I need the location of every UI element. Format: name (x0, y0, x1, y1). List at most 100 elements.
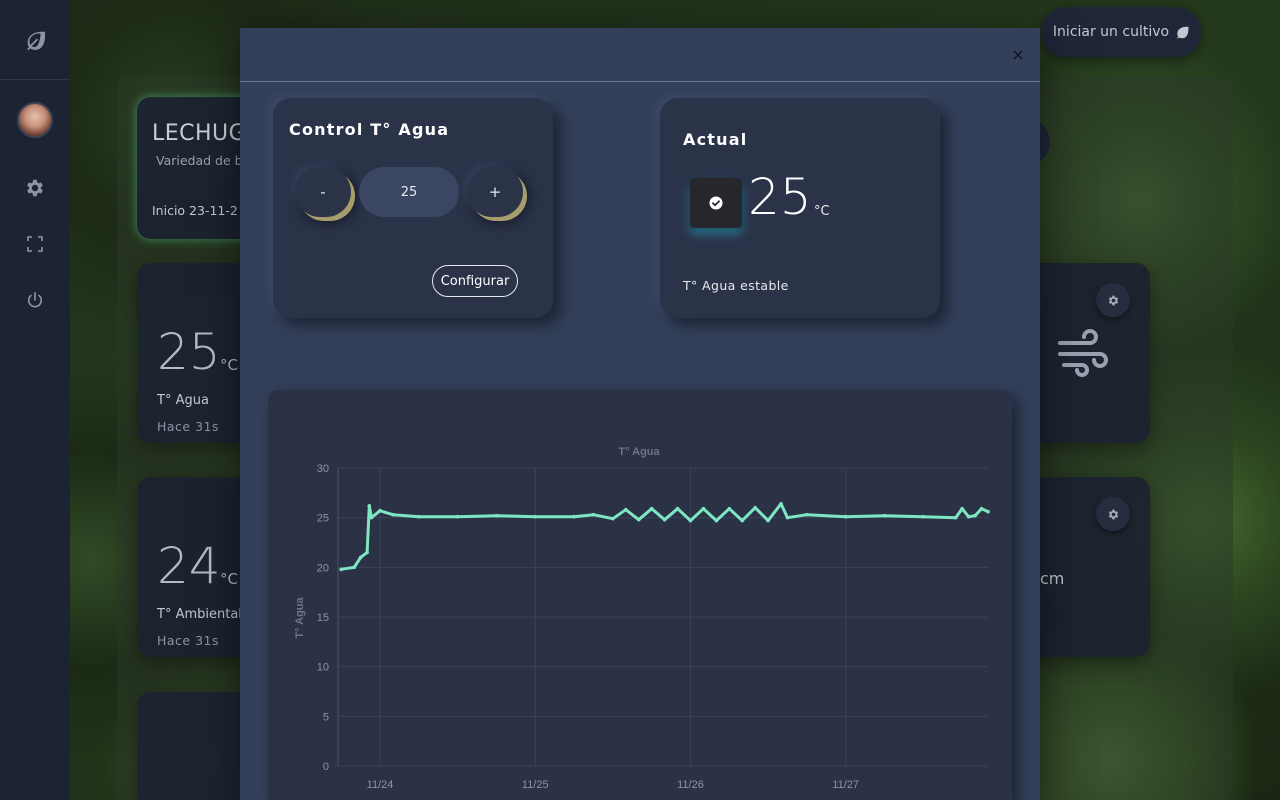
fullscreen-nav-button[interactable] (0, 216, 70, 272)
data-point (986, 509, 990, 514)
data-point (979, 506, 984, 511)
y-axis-label: T° Agua (294, 596, 306, 638)
chart-title: T° Agua (618, 446, 660, 458)
series-line (340, 502, 989, 571)
data-point (785, 515, 790, 520)
power-icon (27, 291, 43, 308)
data-point (455, 514, 460, 519)
y-tick-label: 0 (323, 761, 329, 773)
data-point (688, 518, 693, 523)
metric-value: 24 (157, 537, 221, 595)
actual-panel: Actual 25 °C T° Agua estable (660, 98, 940, 318)
data-point (779, 501, 783, 506)
configure-button[interactable]: Configurar (432, 265, 518, 297)
modal-header: × (240, 28, 1040, 82)
y-tick-label: 5 (323, 711, 329, 723)
gear-icon (1108, 295, 1118, 305)
metric-unit: °C (220, 356, 238, 374)
card-settings-button[interactable] (1096, 497, 1130, 531)
data-point (611, 516, 615, 521)
y-tick-label: 10 (317, 662, 329, 674)
data-point (740, 518, 745, 523)
x-tick-label: 11/27 (832, 779, 859, 791)
y-tick-label: 25 (317, 513, 329, 525)
data-point (339, 567, 344, 572)
check-circle-icon (709, 196, 723, 210)
data-point (417, 514, 421, 519)
y-tick-label: 20 (317, 562, 329, 574)
water-temp-modal: × Control T° Agua - 25 + Configurar Actu… (240, 28, 1040, 800)
control-panel: Control T° Agua - 25 + Configurar (273, 98, 553, 318)
metric-updated: Hace 31s (157, 419, 220, 434)
start-crop-label: Iniciar un cultivo (1052, 24, 1170, 40)
data-point (714, 518, 719, 523)
data-point (662, 517, 667, 522)
gear-icon (27, 179, 43, 197)
profile-avatar-button[interactable] (0, 80, 70, 160)
data-point (805, 512, 809, 517)
metric-label: T° Agua (157, 393, 209, 408)
data-point (636, 517, 641, 522)
data-point (675, 506, 680, 511)
logout-nav-button[interactable] (0, 272, 70, 328)
start-crop-button[interactable]: Iniciar un cultivo (1041, 7, 1201, 57)
data-point (624, 507, 628, 512)
leaf-icon (27, 31, 46, 50)
data-point (378, 508, 382, 513)
data-point (882, 513, 887, 518)
crop-start-date: Inicio 23-11-2 (152, 203, 238, 218)
data-point (591, 512, 596, 517)
metric-updated: Hace 31s (157, 633, 220, 648)
data-point (391, 512, 395, 517)
fullscreen-icon (27, 236, 43, 252)
crop-name: LECHUG (152, 121, 247, 146)
gear-icon (1108, 509, 1118, 519)
metric-value: 25 (157, 323, 221, 381)
data-point (494, 513, 499, 518)
data-point (649, 506, 654, 511)
card-settings-button[interactable] (1096, 283, 1130, 317)
close-icon[interactable]: × (1010, 47, 1026, 63)
status-indicator (690, 178, 742, 228)
data-point (973, 513, 977, 518)
actual-unit: °C (814, 204, 830, 219)
decrease-button[interactable]: - (295, 167, 351, 217)
increase-button[interactable]: + (467, 167, 523, 217)
data-point (953, 515, 958, 520)
data-point (960, 506, 964, 511)
setpoint-value[interactable]: 25 (359, 167, 459, 217)
chart-card: 0 5 10 15 20 25 30 11/24 11/25 11/26 11/27 T° Agua… (268, 390, 1012, 800)
wind-icon (1058, 329, 1108, 377)
data-point (367, 503, 372, 508)
x-tick-label: 11/25 (522, 779, 549, 791)
data-point (727, 506, 732, 511)
control-title: Control T° Agua (289, 120, 450, 139)
settings-nav-button[interactable] (0, 160, 70, 216)
actual-value: 25 (748, 168, 812, 226)
data-point (369, 515, 374, 520)
data-point (766, 518, 770, 523)
data-point (358, 555, 363, 560)
leaf-icon (1177, 26, 1189, 39)
data-point (365, 550, 369, 555)
data-point (701, 506, 706, 511)
metric-label: T° Ambiental (157, 607, 242, 622)
data-point (533, 514, 538, 519)
data-point (352, 565, 356, 570)
avatar (17, 102, 53, 138)
y-tick-label: 30 (317, 463, 329, 475)
status-text: T° Agua estable (683, 278, 789, 293)
x-tick-label: 11/26 (677, 779, 704, 791)
y-tick-label: 15 (317, 612, 329, 624)
data-point (921, 514, 926, 519)
data-point (966, 514, 971, 519)
metric-unit: °C (220, 570, 238, 588)
sidebar (0, 0, 70, 800)
x-tick-label: 11/24 (367, 779, 394, 791)
actual-title: Actual (683, 130, 748, 149)
metric-unit: cm (1040, 569, 1065, 588)
brand-logo[interactable] (0, 0, 70, 80)
data-point (572, 514, 576, 519)
data-point (843, 514, 848, 519)
water-temp-chart: 0 5 10 15 20 25 30 11/24 11/25 11/26 11/27 T° Agua… (294, 446, 990, 791)
